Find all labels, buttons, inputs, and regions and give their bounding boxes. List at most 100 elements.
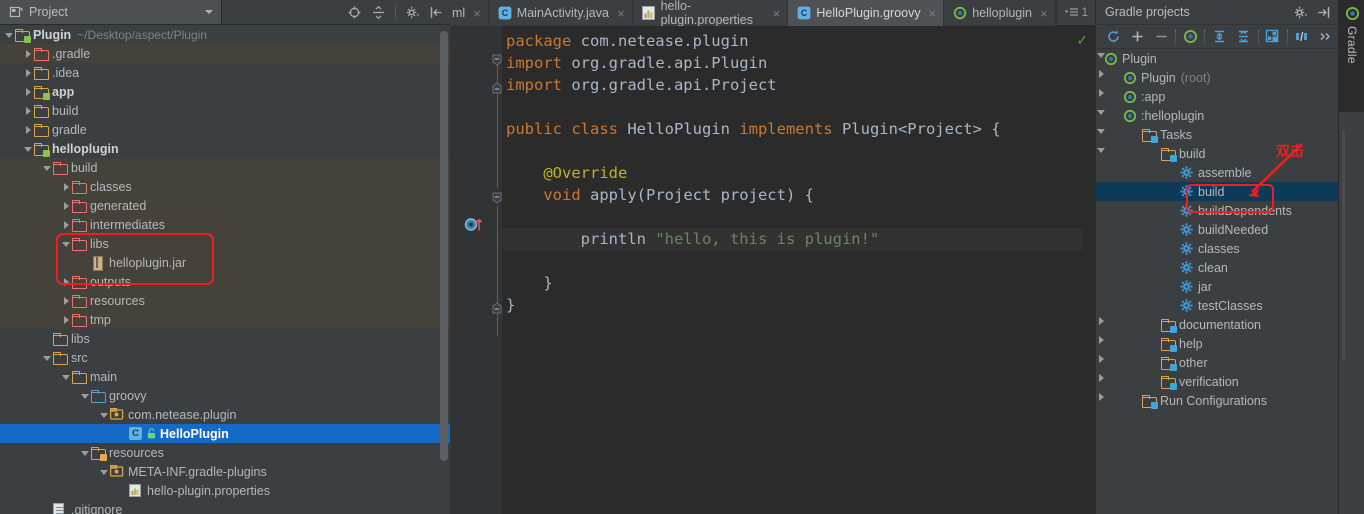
locate-icon[interactable] — [347, 5, 362, 20]
gradle-tree-row[interactable]: verification — [1096, 372, 1338, 391]
chevron-right-icon[interactable] — [61, 200, 72, 211]
tree-row[interactable]: gradle — [0, 120, 450, 139]
gradle-side-tab[interactable]: Gradle — [1339, 0, 1364, 112]
add-icon[interactable] — [1125, 26, 1149, 48]
tree-row[interactable]: build — [0, 101, 450, 120]
tree-row[interactable]: .gitignore — [0, 500, 450, 514]
implementing-method-marker-icon[interactable] — [464, 216, 486, 232]
project-file-tree[interactable]: Plugin ~/Desktop/aspect/Plugin .gradle .ide… — [0, 25, 450, 514]
tree-row[interactable]: intermediates — [0, 215, 450, 234]
gradle-tree-row[interactable]: :app — [1096, 87, 1338, 106]
chevron-down-icon[interactable] — [42, 162, 53, 173]
gradle-tree-row[interactable]: buildNeeded — [1096, 220, 1338, 239]
gradle-task-tree[interactable]: Plugin Plugin (root):app:helloplugin Tasks b… — [1096, 49, 1338, 512]
tree-row[interactable]: classes — [0, 177, 450, 196]
chevron-down-icon[interactable] — [99, 409, 110, 420]
gradle-icon[interactable] — [1178, 26, 1202, 48]
tree-row[interactable]: .idea — [0, 63, 450, 82]
chevron-right-icon[interactable] — [23, 86, 34, 97]
project-tree-scrollbar[interactable] — [440, 28, 448, 498]
expand-all-icon[interactable] — [1207, 26, 1231, 48]
hide-panel-icon[interactable] — [1316, 5, 1331, 20]
gradle-tree-row[interactable]: other — [1096, 353, 1338, 372]
chevron-right-icon[interactable] — [23, 67, 34, 78]
gradle-tree-row[interactable]: Run Configurations — [1096, 391, 1338, 410]
toggle-offline-icon[interactable] — [1290, 26, 1314, 48]
chevron-down-icon[interactable] — [4, 29, 15, 40]
chevron-down-icon[interactable] — [80, 447, 91, 458]
gradle-tree-row[interactable]: build — [1096, 144, 1338, 163]
chevron-right-icon[interactable] — [23, 105, 34, 116]
more-icon[interactable] — [1314, 26, 1338, 48]
editor-tab[interactable]: helloplugin × — [944, 0, 1056, 26]
chevron-down-icon[interactable] — [99, 466, 110, 477]
execute-task-icon[interactable] — [1261, 26, 1285, 48]
gradle-tree-row[interactable]: Plugin (root) — [1096, 68, 1338, 87]
tree-row[interactable]: hello-plugin.properties — [0, 481, 450, 500]
gradle-tree-row[interactable]: testClasses — [1096, 296, 1338, 315]
tree-row[interactable]: com.netease.plugin — [0, 405, 450, 424]
tree-row-project-root[interactable]: Plugin ~/Desktop/aspect/Plugin — [0, 25, 450, 44]
close-icon[interactable]: × — [1040, 6, 1048, 21]
chevron-right-icon[interactable] — [61, 276, 72, 287]
inspection-ok-icon[interactable]: ✓ — [1076, 32, 1088, 49]
chevron-right-icon[interactable] — [61, 295, 72, 306]
tree-row[interactable]: .gradle — [0, 44, 450, 63]
gradle-tree-row[interactable]: classes — [1096, 239, 1338, 258]
chevron-right-icon[interactable] — [61, 314, 72, 325]
chevron-right-icon[interactable] — [61, 181, 72, 192]
editor-tab[interactable]: hello-plugin.properties × — [632, 0, 789, 27]
tree-row[interactable]: libs — [0, 329, 450, 348]
editor-tab[interactable]: ml × — [450, 0, 489, 26]
gradle-tree-row-selected[interactable]: build — [1096, 182, 1338, 201]
tree-row[interactable]: outputs — [0, 272, 450, 291]
code-text[interactable]: package com.netease.plugin import org.gra… — [502, 26, 1095, 514]
tree-row[interactable]: resources — [0, 291, 450, 310]
chevron-down-icon[interactable] — [205, 10, 213, 14]
tree-row[interactable]: generated — [0, 196, 450, 215]
hide-panel-icon[interactable] — [429, 5, 444, 20]
tree-row-selected[interactable]: C HelloPlugin — [0, 424, 450, 443]
chevron-down-icon[interactable] — [23, 143, 34, 154]
editor-scrollbar[interactable] — [1083, 52, 1095, 514]
fold-collapse-icon[interactable] — [492, 192, 502, 204]
code-folding-rail[interactable] — [492, 26, 502, 514]
gradle-tree-row[interactable]: buildDependents — [1096, 201, 1338, 220]
close-icon[interactable]: × — [773, 6, 781, 21]
tree-row[interactable]: META-INF.gradle-plugins — [0, 462, 450, 481]
refresh-icon[interactable] — [1101, 26, 1125, 48]
gradle-tree-row[interactable]: jar — [1096, 277, 1338, 296]
gradle-tree-row[interactable]: documentation — [1096, 315, 1338, 334]
tree-row[interactable]: groovy — [0, 386, 450, 405]
gradle-tree-row[interactable]: assemble — [1096, 163, 1338, 182]
tree-row[interactable]: resources — [0, 443, 450, 462]
tree-row[interactable]: src — [0, 348, 450, 367]
gradle-tree-row[interactable]: Tasks — [1096, 125, 1338, 144]
tree-row[interactable]: main — [0, 367, 450, 386]
project-view-selector[interactable]: Project — [0, 0, 222, 24]
editor-tab[interactable]: C MainActivity.java × — [488, 0, 633, 26]
scrollbar-thumb[interactable] — [440, 31, 448, 461]
tree-row[interactable]: tmp — [0, 310, 450, 329]
gear-icon[interactable] — [1293, 5, 1308, 20]
tree-row[interactable]: libs — [0, 234, 450, 253]
chevron-right-icon[interactable] — [23, 124, 34, 135]
code-editor[interactable]: package com.netease.plugin import org.gra… — [450, 26, 1095, 514]
gear-icon[interactable] — [405, 5, 420, 20]
chevron-down-icon[interactable] — [42, 352, 53, 363]
minus-icon[interactable] — [1149, 26, 1173, 48]
tab-list-dropdown[interactable]: 1 — [1055, 0, 1095, 25]
gradle-tree-row[interactable]: :helloplugin — [1096, 106, 1338, 125]
chevron-down-icon[interactable] — [80, 390, 91, 401]
editor-tab[interactable]: C HelloPlugin.groovy × — [788, 0, 945, 26]
chevron-down-icon[interactable] — [61, 238, 72, 249]
gradle-toolbar[interactable] — [1096, 25, 1338, 49]
tree-row[interactable]: helloplugin — [0, 139, 450, 158]
editor-tab-bar[interactable]: ml × C MainActivity.java × hello-plugin.prope… — [450, 0, 1095, 27]
fold-expand-icon[interactable] — [492, 82, 502, 94]
tree-row[interactable]: helloplugin.jar — [0, 253, 450, 272]
gradle-tree-row[interactable]: Plugin — [1096, 49, 1338, 68]
close-icon[interactable]: × — [617, 6, 625, 21]
tree-row[interactable]: build — [0, 158, 450, 177]
chevron-down-icon[interactable] — [61, 371, 72, 382]
